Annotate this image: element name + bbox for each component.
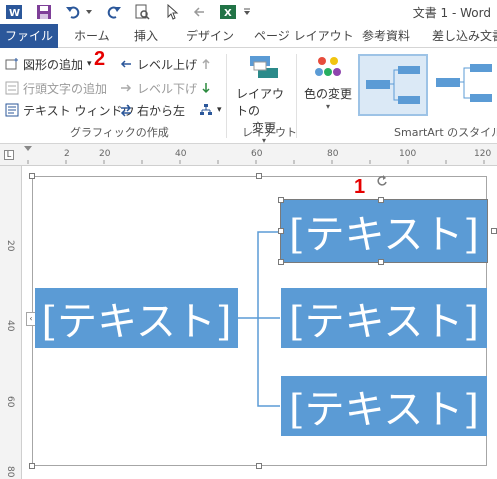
pointer-icon[interactable] xyxy=(162,2,182,22)
ruler-number: 120 xyxy=(474,149,492,159)
tab-mailings[interactable]: 差し込み文書 xyxy=(424,24,497,48)
callout-number-1: 1 xyxy=(354,176,366,198)
demote-button[interactable]: レベル下げ xyxy=(118,78,197,98)
text-pane-button[interactable]: テキスト ウィンドウ xyxy=(4,100,134,120)
undo-dropdown-icon[interactable] xyxy=(84,2,94,22)
change-layout-icon xyxy=(248,54,280,85)
demote-arrow-icon xyxy=(118,80,134,96)
org-dropdown-icon[interactable]: ▾ xyxy=(217,105,222,115)
vertical-ruler[interactable]: 20 40 60 80 xyxy=(0,166,22,479)
color-palette-icon xyxy=(313,54,343,85)
back-arrow-icon[interactable] xyxy=(190,2,210,22)
tab-home[interactable]: ホーム xyxy=(66,24,118,48)
ribbon: 図形の追加 ▾ 行頭文字の追加 テキスト ウィンドウ レベル上げ レベル下げ 右… xyxy=(0,48,497,145)
add-shape-label: 図形の追加 xyxy=(23,57,84,72)
document-title: 文書 1 - Word xyxy=(412,6,491,20)
move-down-button[interactable] xyxy=(198,78,217,98)
smartart-child-node-2[interactable]: [テキスト] xyxy=(281,288,487,348)
style-gallery-item-2[interactable] xyxy=(432,54,497,116)
move-down-icon xyxy=(198,80,214,96)
layout-org-button[interactable]: ▾ xyxy=(198,100,222,120)
ruler-number: 80 xyxy=(5,466,15,478)
frame-handle[interactable] xyxy=(29,463,35,469)
ruler-number: 80 xyxy=(327,149,339,159)
ruler-number: 2 xyxy=(64,149,70,159)
add-bullet-icon xyxy=(4,80,20,96)
add-bullet-label: 行頭文字の追加 xyxy=(23,81,108,96)
promote-button[interactable]: レベル上げ xyxy=(118,54,197,74)
right-to-left-icon xyxy=(118,102,134,118)
print-preview-icon[interactable] xyxy=(132,2,152,22)
tab-selector-icon[interactable]: L xyxy=(4,150,14,160)
change-layout-label-1: レイアウトの xyxy=(236,87,285,118)
resize-handle[interactable] xyxy=(378,197,384,203)
group-separator xyxy=(226,54,227,138)
ruler-number: 20 xyxy=(99,149,111,159)
promote-label: レベル上げ xyxy=(137,57,198,72)
org-chart-icon xyxy=(198,102,214,118)
excel-icon[interactable]: X xyxy=(218,2,238,22)
tab-insert[interactable]: 挿入 xyxy=(126,24,166,48)
change-colors-dropdown-icon: ▾ xyxy=(325,102,330,111)
smartart-child-node-3[interactable]: [テキスト] xyxy=(281,376,487,436)
rotate-handle-icon[interactable] xyxy=(375,174,389,188)
undo-icon[interactable] xyxy=(64,2,84,22)
change-layout-button[interactable]: レイアウトの 変更 ▾ xyxy=(236,54,292,145)
layouts-group-label: レイアウト xyxy=(242,126,297,139)
save-icon[interactable] xyxy=(34,2,54,22)
move-up-icon xyxy=(198,56,214,72)
add-shape-button[interactable]: 図形の追加 ▾ xyxy=(4,54,92,74)
callout-number-2: 2 xyxy=(94,48,106,70)
demote-label: レベル下げ xyxy=(137,81,198,96)
change-colors-label: 色の変更 xyxy=(303,87,352,101)
ribbon-tabs: ファイル ホーム 挿入 デザイン ページ レイアウト 参考資料 差し込み文書 xyxy=(0,24,497,48)
ruler-number: 20 xyxy=(5,240,15,252)
hierarchy-style-icon xyxy=(366,66,420,104)
resize-handle[interactable] xyxy=(491,228,497,234)
ruler-number: 100 xyxy=(399,149,417,159)
resize-handle[interactable] xyxy=(278,259,284,265)
text-pane-icon xyxy=(4,102,20,118)
tab-file[interactable]: ファイル xyxy=(0,24,58,48)
frame-handle[interactable] xyxy=(256,173,262,179)
horizontal-ruler[interactable]: L 2 20 40 60 80 100 120 xyxy=(0,144,497,166)
smartart-root-node[interactable]: [テキスト] xyxy=(35,288,238,348)
promote-arrow-icon xyxy=(118,56,134,72)
add-shape-dropdown-icon[interactable]: ▾ xyxy=(87,59,92,69)
move-up-button[interactable] xyxy=(198,54,217,74)
add-shape-icon xyxy=(4,56,20,72)
change-colors-button[interactable]: 色の変更 ▾ xyxy=(302,54,354,124)
frame-handle[interactable] xyxy=(29,173,35,179)
right-to-left-button[interactable]: 右から左 xyxy=(118,100,185,120)
tab-references[interactable]: 参考資料 xyxy=(354,24,418,48)
frame-handle[interactable] xyxy=(256,463,262,469)
resize-handle[interactable] xyxy=(278,197,284,203)
ruler-number: 60 xyxy=(5,396,15,408)
tab-design[interactable]: デザイン xyxy=(178,24,242,48)
add-bullet-button[interactable]: 行頭文字の追加 xyxy=(4,78,107,98)
ruler-number: 40 xyxy=(175,149,187,159)
resize-handle[interactable] xyxy=(278,228,284,234)
ruler-number: 40 xyxy=(5,320,15,332)
ruler-number: 60 xyxy=(251,149,263,159)
title-bar: W X 文書 1 - Word xyxy=(0,0,497,24)
svg-text:X: X xyxy=(224,8,232,19)
smartart-child-node-1[interactable]: [テキスト] xyxy=(280,199,488,263)
qat-customize-icon[interactable] xyxy=(242,2,252,22)
right-to-left-label: 右から左 xyxy=(137,103,186,118)
resize-handle[interactable] xyxy=(378,259,384,265)
redo-icon[interactable] xyxy=(104,2,124,22)
word-logo-icon[interactable]: W xyxy=(4,2,24,22)
svg-text:W: W xyxy=(9,8,20,19)
hierarchy-style-icon xyxy=(436,64,492,102)
create-graphic-group-label: グラフィックの作成 xyxy=(70,126,169,139)
styles-group-label: SmartArt のスタイル xyxy=(394,126,497,139)
tab-page-layout[interactable]: ページ レイアウト xyxy=(246,24,362,48)
document-area[interactable]: ‹ [テキスト] [テキスト] [テキスト] [テキスト] 1 xyxy=(22,166,497,479)
style-gallery-item-1[interactable] xyxy=(358,54,428,116)
